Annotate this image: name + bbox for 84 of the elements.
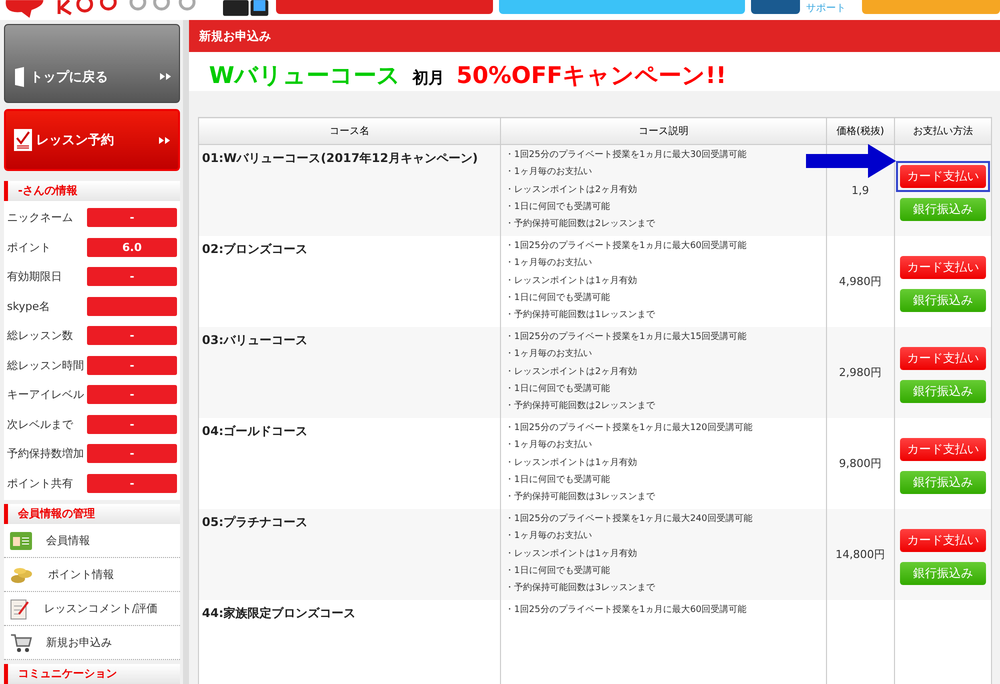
headline-offer: 50%OFFキャンペーン!! bbox=[456, 62, 726, 91]
card-payment-button[interactable]: カード支払い bbox=[900, 346, 986, 370]
price: 4,980円 bbox=[839, 275, 882, 288]
info-value: - bbox=[87, 385, 177, 404]
info-value: - bbox=[87, 208, 177, 228]
bank-transfer-button[interactable]: 銀行振込み bbox=[900, 288, 986, 312]
headline-month: 初月 bbox=[412, 68, 444, 89]
section-header: コミュニケーション bbox=[4, 664, 180, 684]
course-description-line: ・予約保持可能回数は1レッスンまで bbox=[505, 308, 656, 322]
card-payment-button[interactable]: カード支払い bbox=[900, 438, 986, 460]
course-description-line: ・1回25分のプライベート授業を1ヵ月に最大60回受講可能 bbox=[505, 239, 748, 253]
course-description-line: ・1回25分のプライベート授業を1ヵ月に最大15回受講可能 bbox=[505, 330, 748, 344]
info-value: - bbox=[87, 414, 177, 434]
course-description-line: ・1日に何回でも受講可能 bbox=[505, 292, 611, 305]
info-label: 予約保持数増加 bbox=[7, 446, 85, 462]
menu-item[interactable]: レッスンコメント/評価 bbox=[4, 592, 180, 626]
bank-transfer-button[interactable]: 銀行振込み bbox=[900, 380, 986, 402]
column-header: コース説明 bbox=[500, 118, 826, 144]
price: 9,800円 bbox=[839, 457, 882, 470]
info-label: ポイント bbox=[7, 240, 52, 255]
course-description-line: ・予約保持可能回数は3レッスンまで bbox=[505, 490, 656, 504]
info-label: 次レベルまで bbox=[7, 416, 74, 432]
course-description-line: ・1日に何回でも受講可能 bbox=[505, 200, 611, 214]
section-header: 会員情報の管理 bbox=[4, 504, 180, 524]
course-name: 04:ゴールドコース bbox=[202, 424, 308, 438]
course-description-line: ・1回25分のプライベート授業を1ヶ月に最大120回受講可能 bbox=[505, 421, 754, 435]
info-value: - bbox=[87, 326, 177, 346]
course-description-line: ・1回25分のプライベート授業を1ヵ月に最大60回受講可能 bbox=[505, 603, 748, 617]
course-description-line: ・1日に何回でも受講可能 bbox=[505, 474, 611, 487]
course-description-line: ・レッスンポイントは2ヶ月有効 bbox=[505, 184, 638, 197]
course-description-line: ・レッスンポイントは1ヶ月有効 bbox=[505, 548, 638, 561]
course-description-line: ・1日に何回でも受講可能 bbox=[505, 382, 611, 396]
course-description-line: ・1回25分のプライベート授業を1ヵ月に最大30回受講可能 bbox=[505, 148, 748, 162]
info-label: ポイント共有 bbox=[7, 476, 74, 491]
course-description-line: ・予約保持可能回数は3レッスンまで bbox=[505, 582, 656, 596]
page-title: 新規お申込み bbox=[189, 20, 1000, 52]
info-value: 6.0 bbox=[87, 238, 177, 257]
headline-course: Wバリューコース bbox=[209, 62, 400, 91]
price: 2,980円 bbox=[839, 366, 882, 379]
bank-transfer-button[interactable]: 銀行振込み bbox=[900, 198, 986, 220]
course-description-line: ・レッスンポイントは2ヶ月有効 bbox=[505, 366, 638, 379]
bank-transfer-button[interactable]: 銀行振込み bbox=[900, 562, 986, 584]
info-label: skype名 bbox=[7, 298, 51, 314]
course-description-line: ・1ヶ月毎のお支払い bbox=[505, 438, 593, 452]
menu-item[interactable]: 新規お申込み bbox=[4, 626, 180, 660]
price: 14,800円 bbox=[836, 548, 886, 561]
card-payment-button[interactable]: カード支払い bbox=[900, 164, 986, 188]
menu-item[interactable]: 会員情報 bbox=[4, 524, 180, 558]
course-description-line: ・予約保持可能回数は2レッスンまで bbox=[505, 400, 656, 414]
column-header: お支払い方法 bbox=[894, 118, 992, 144]
info-value: - bbox=[87, 474, 177, 493]
course-description-line: ・1日に何回でも受講可能 bbox=[505, 564, 611, 578]
course-name: 05:プラチナコース bbox=[202, 515, 308, 529]
course-description-line: ・1ヶ月毎のお支払い bbox=[505, 530, 593, 544]
column-header: 価格(税抜) bbox=[826, 118, 894, 144]
course-name: 02:ブロンズコース bbox=[202, 242, 308, 256]
price: 1,9 bbox=[852, 184, 870, 197]
info-label: ニックネーム bbox=[7, 210, 74, 226]
card-payment-button[interactable]: カード支払い bbox=[900, 256, 986, 278]
info-label: 総レッスン数 bbox=[7, 328, 74, 344]
info-value: - bbox=[87, 267, 177, 286]
course-description-line: ・1回25分のプライベート授業を1ヶ月に最大240回受講可能 bbox=[505, 512, 754, 526]
card-payment-button[interactable]: カード支払い bbox=[900, 528, 986, 552]
bank-transfer-button[interactable]: 銀行振込み bbox=[900, 470, 986, 494]
menu-item[interactable]: ポイント情報 bbox=[4, 558, 180, 592]
info-label: 総レッスン時間 bbox=[7, 358, 85, 373]
info-value: - bbox=[87, 444, 177, 464]
sidebar-button[interactable]: トップに戻る bbox=[4, 24, 180, 103]
course-description-line: ・レッスンポイントは1ヶ月有効 bbox=[505, 274, 638, 288]
course-name: 03:バリューコース bbox=[202, 333, 308, 347]
support-link[interactable]: サポート bbox=[806, 0, 846, 18]
info-label: 有効期限日 bbox=[7, 269, 63, 284]
course-description-line: ・1ヶ月毎のお支払い bbox=[505, 256, 593, 270]
info-value: - bbox=[87, 356, 177, 375]
course-name: 01:Wバリューコース(2017年12月キャンペーン) bbox=[202, 151, 478, 165]
sidebar-button[interactable]: レッスン予約 bbox=[4, 109, 180, 171]
section-header: -さんの情報 bbox=[4, 181, 180, 201]
column-header: コース名 bbox=[198, 118, 501, 144]
course-description-line: ・予約保持可能回数は2レッスンまで bbox=[505, 218, 656, 232]
course-description-line: ・1ヶ月毎のお支払い bbox=[505, 348, 593, 362]
course-description-line: ・レッスンポイントは1ヶ月有効 bbox=[505, 456, 638, 470]
course-description-line: ・1ヶ月毎のお支払い bbox=[505, 166, 593, 180]
info-label: キーアイレベル bbox=[7, 387, 85, 402]
course-name: 44:家族限定ブロンズコース bbox=[202, 606, 356, 620]
